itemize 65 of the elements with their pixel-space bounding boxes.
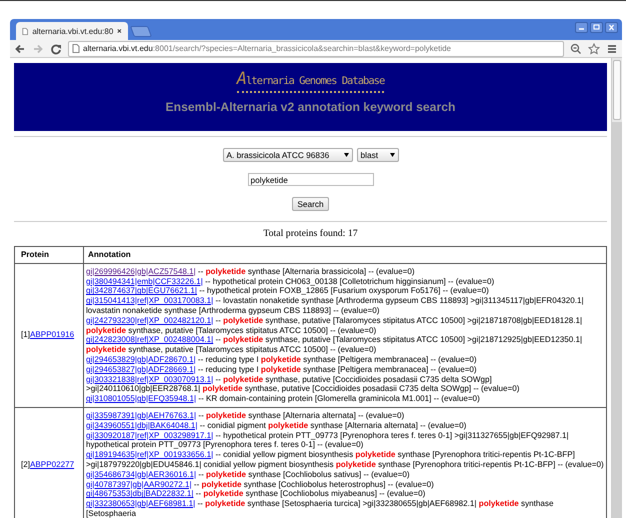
accession-link[interactable]: gi|342874637|gb|EGU76621.1| bbox=[86, 286, 198, 296]
annotation-text: gi|335987391|gb|AEH76763.1| -- polyketide synthase [Alternaria alternata] -- (evalue=0) bbox=[86, 410, 406, 421]
accession-link[interactable]: gi|335987391|gb|AEH76763.1| bbox=[86, 410, 196, 420]
address-bar[interactable]: alternaria.vbi.vt.edu:8001/search/?species=Alternaria_brassicicola&searchin=blast&keyword=polyketide bbox=[68, 40, 564, 56]
accession-link[interactable]: gi|330920187|ref|XP_003298917.1| bbox=[86, 430, 214, 440]
accession-link[interactable]: gi|242823008|ref|XP_002488004.1| bbox=[86, 335, 214, 344]
annotation-text: gi|343960551|dbj|BAK64048.1| -- conidial pigment polyketide synthase [Alternaria alternata] -- (evalue=0) bbox=[86, 420, 468, 431]
annotation-text: gi|48675353|dbj|BAD22832.1| -- polyketide synthase [Cochliobolus miyabeanus] -- (evalue=0) bbox=[86, 489, 426, 500]
annotation-text: gi|354686734|gb|AER36016.1| -- polyketide synthase [Cochliobolus sativus] -- (evalue=0) bbox=[86, 470, 411, 480]
accession-link[interactable]: gi|343960551|dbj|BAK64048.1| bbox=[86, 420, 198, 430]
close-icon[interactable] bbox=[605, 22, 618, 33]
minimize-icon[interactable] bbox=[575, 22, 588, 33]
accession-link[interactable]: gi|294653827|gb|ADF28669.1| bbox=[86, 364, 196, 374]
annotation-text: gi|303321838|ref|XP_003070913.1| -- polyketide synthase, putative [Coccidioides posadasii C735 delta SOWgp] >gi|240110610|gb|EER28768.1| polyketide synthase, putative [Coccidioides posadasii C735 delta SOWgp] -- (evalue=0) bbox=[86, 374, 520, 394]
accession-link[interactable]: gi|294653829|gb|ADF28670.1| bbox=[86, 354, 196, 364]
column-header: Protein bbox=[14, 246, 84, 264]
accession-link[interactable]: gi|332380653|gb|AEF68981.1| bbox=[86, 499, 196, 508]
accession-link[interactable]: gi|354686734|gb|AER36016.1| bbox=[86, 470, 196, 479]
accession-link[interactable]: gi|303321838|ref|XP_003070913.1| bbox=[86, 374, 214, 384]
annotation-text: gi|315041413|ref|XP_003170083.1| -- lovastatin nonaketide synthase [Arthroderma gypseum CBS 118893] >gi|311345117|gb|EFR04320.1| lovastatin nonaketide synthase [Arthroderma gypseum CBS 118893] -- (evalue=0) bbox=[86, 296, 585, 316]
annotation-text: gi|269996426|gb|ACZ57548.1| -- polyketide synthase [Alternaria brassicicola] -- (evalue=0) bbox=[86, 266, 416, 277]
zoom-icon[interactable] bbox=[570, 42, 582, 54]
menu-icon[interactable] bbox=[606, 42, 618, 54]
reload-icon[interactable] bbox=[50, 42, 62, 54]
page-icon bbox=[22, 26, 28, 36]
accession-link[interactable]: gi|310801055|gb|EFQ35948.1| bbox=[86, 394, 196, 404]
caret-icon bbox=[390, 153, 394, 157]
annotation-text: gi|294653829|gb|ADF28670.1| -- reducing type I polyketide synthase [Peltigera membranacea] -- (evalue=0) bbox=[86, 354, 478, 365]
search-in-dropdown[interactable]: blast bbox=[356, 148, 398, 162]
page-icon bbox=[72, 44, 80, 53]
protein-link[interactable]: ABPP01916 bbox=[30, 330, 74, 340]
result-count: Total proteins found: 17 bbox=[262, 228, 359, 239]
column-header: Annotation bbox=[84, 246, 606, 264]
protein-link[interactable]: ABPP02277 bbox=[30, 460, 74, 469]
annotation-text: gi|242823008|ref|XP_002488004.1| -- polyketide synthase, putative [Talaromyces stipitatus ATCC 10500] >gi|218712925|gb|EED12350.1| polyketide synthase, putative [Talaromyces stipitatus ATCC 10500] -- (evalue=0) bbox=[86, 335, 584, 355]
row-index: [2] bbox=[21, 460, 30, 469]
annotation-text: gi|294653827|gb|ADF28669.1| -- reducing type I polyketide synthase [Peltigera membranacea] -- (evalue=0) bbox=[86, 364, 478, 375]
close-icon[interactable] bbox=[117, 28, 122, 34]
maximize-icon[interactable] bbox=[590, 22, 603, 33]
accession-link[interactable]: gi|40787397|gb|AAR90272.1| bbox=[86, 480, 192, 489]
site-logo[interactable]: Alternaria Genomes Database bbox=[236, 69, 384, 93]
annotation-text: gi|40787397|gb|AAR90272.1| -- polyketide synthase [Cochliobolus heterostrophus] -- (evalue=0) bbox=[86, 480, 435, 490]
accession-link[interactable]: gi|315041413|ref|XP_003170083.1| bbox=[86, 296, 214, 306]
annotation-text: gi|342874637|gb|EGU76621.1| -- hypothetical protein FOXB_12865 [Fusarium oxysporum Fo5176] -- (evalue=0) bbox=[86, 286, 490, 296]
accession-link[interactable]: gi|48675353|dbj|BAD22832.1| bbox=[86, 489, 194, 498]
keyword-field[interactable]: polyketide bbox=[248, 173, 374, 186]
back-arrow-icon[interactable] bbox=[14, 42, 26, 54]
annotation-text: gi|330920187|ref|XP_003298917.1| -- hypothetical protein PTT_09773 [Pyrenophora teres f. teres 0-1] >gi|311327655|gb|EFQ92987.1| hypothetical protein PTT_09773 [Pyrenophora teres f. teres 0-1] -- (evalue=0) bbox=[86, 430, 570, 450]
accession-link[interactable]: gi|380494341|emb|CCF33226.1| bbox=[86, 276, 203, 286]
accession-link[interactable]: gi|242793230|ref|XP_002482120.1| bbox=[86, 316, 214, 325]
annotation-text: gi|380494341|emb|CCF33226.1| -- hypothetical protein CH063_00138 [Colletotrichum higginsianum] -- (evalue=0) bbox=[86, 276, 496, 286]
accession-link[interactable]: gi|189194635|ref|XP_001933656.1| bbox=[86, 450, 214, 460]
accession-link[interactable]: gi|269996426|gb|ACZ57548.1| bbox=[86, 266, 196, 276]
page-title: Ensembl-Alternaria v2 annotation keyword search bbox=[166, 100, 456, 114]
annotation-text: gi|242793230|ref|XP_002482120.1| -- polyketide synthase, putative [Talaromyces stipitatus ATCC 10500] >gi|218718708|gb|EED18128.1| polyketide synthase, putative [Talaromyces stipitatus ATCC 10500] -- (evalue=0) bbox=[86, 316, 584, 336]
browser-tab[interactable]: alternaria.vbi.vt.edu:80 bbox=[16, 22, 128, 40]
annotation-text: gi|189194635|ref|XP_001933656.1| -- conidial yellow pigment biosynthesis polyketide synthase [Pyrenophora tritici-repentis Pt-1C-BFP] >gi|187979220|gb|EDU45846.1| conidial yellow pigment biosynthesis polyketide synthase [Pyrenophora tritici-repentis Pt-1C-BFP] -- (evalue=0) bbox=[86, 450, 604, 470]
search-button[interactable]: Search bbox=[292, 197, 329, 211]
row-index: [1] bbox=[21, 330, 30, 340]
species-dropdown[interactable]: A. brassicicola ATCC 96836 bbox=[222, 148, 352, 162]
annotation-text: gi|310801055|gb|EFQ35948.1| -- KR domain-containing protein [Glomerella graminicola M1.001] -- (evalue=0) bbox=[86, 394, 481, 404]
annotation-text: gi|332380653|gb|AEF68981.1| -- polyketide synthase [Setosphaeria turcica] >gi|332380655|gb|AEF68982.1| polyketide synthase [Setosphaeria bbox=[86, 499, 554, 518]
star-icon[interactable] bbox=[588, 42, 600, 54]
scrollbar[interactable] bbox=[611, 58, 622, 518]
caret-icon bbox=[344, 153, 348, 157]
